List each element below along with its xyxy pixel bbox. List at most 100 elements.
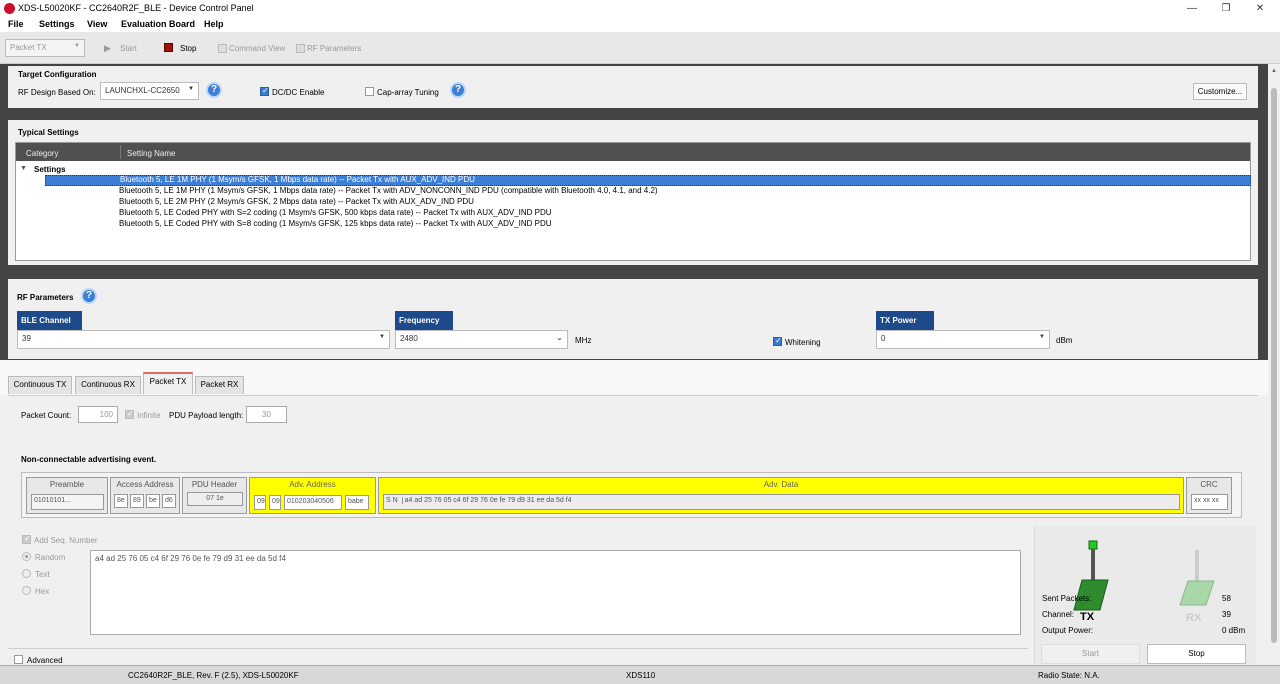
vertical-scrollbar[interactable]: ▲ (1268, 64, 1280, 665)
pdu-header-block: PDU Header 07 1e (182, 477, 247, 514)
scroll-up-icon[interactable]: ▲ (1271, 68, 1277, 74)
menu-file[interactable]: File (8, 19, 24, 29)
column-setting-name[interactable]: Setting Name (127, 149, 175, 158)
access-byte: 89 (130, 494, 144, 508)
ble-channel-select[interactable]: 39 ▼ (17, 330, 390, 349)
mode-select[interactable]: Packet TX ▼ (5, 39, 85, 57)
rf-parameters-label: RF Parameters (307, 44, 362, 53)
play-icon[interactable]: ▶ (104, 43, 111, 54)
crc-field: xx xx xx (1191, 494, 1228, 510)
cap-array-label: Cap-array Tuning (377, 88, 439, 97)
device-status: CC2640R2F_BLE, Rev. F (2.5), XDS-L50020K… (128, 671, 299, 680)
setting-row[interactable]: Bluetooth 5, LE Coded PHY with S=2 codin… (119, 208, 552, 217)
access-byte: 8e (114, 494, 128, 508)
start-stats-button[interactable]: Start (1041, 644, 1140, 664)
chevron-down-icon: ▼ (1039, 334, 1045, 340)
help-icon[interactable]: ? (206, 82, 222, 98)
sent-packets-label: Sent Packets: (1042, 594, 1092, 603)
chevron-down-icon: ▼ (74, 43, 80, 49)
dcdc-enable-label: DC/DC Enable (272, 88, 325, 97)
help-icon[interactable]: ? (450, 82, 466, 98)
pdu-header-field: 07 1e (187, 492, 243, 506)
adv-address-value: 010203040506 (284, 495, 342, 510)
column-divider (120, 145, 121, 159)
probe-status: XDS110 (626, 671, 656, 680)
menu-view[interactable]: View (87, 19, 107, 29)
chevron-down-icon: ⌄ (556, 333, 563, 342)
random-radio[interactable] (22, 552, 31, 561)
rf-design-value: LAUNCHXL-CC2650 (105, 86, 180, 95)
frequency-unit: MHz (575, 336, 592, 345)
command-view-checkbox[interactable] (218, 44, 227, 53)
help-icon[interactable]: ? (81, 288, 97, 304)
radio-state: Radio State: N.A. (1038, 671, 1100, 680)
target-configuration-panel: Target Configuration RF Design Based On:… (8, 66, 1258, 108)
chevron-down-icon: ▼ (379, 334, 385, 340)
rf-parameters-panel: RF Parameters ? BLE Channel 39 ▼ Frequen… (8, 279, 1258, 359)
text-radio[interactable] (22, 569, 31, 578)
mode-select-value: Packet TX (10, 43, 47, 52)
setting-row[interactable]: Bluetooth 5, LE 1M PHY (1 Msym/s GFSK, 1… (120, 175, 475, 184)
tx-power-select[interactable]: 0 ▼ (876, 330, 1050, 349)
minimize-icon[interactable]: — (1177, 1, 1207, 16)
adv-data-block: Adv. Data S N a4 ad 25 76 05 c4 6f 29 76… (378, 477, 1184, 514)
preamble-caption: Preamble (49, 480, 85, 489)
adv-address-caption: Adv. Address (289, 480, 336, 489)
tab-continuous-tx[interactable]: Continuous TX (8, 376, 72, 394)
hex-label: Hex (35, 587, 50, 596)
access-address-caption: Access Address (116, 480, 174, 489)
rf-parameters-checkbox[interactable] (296, 44, 305, 53)
collapse-icon[interactable]: ▼ (20, 165, 27, 172)
packet-count-input[interactable]: 100 (78, 406, 118, 423)
setting-row[interactable]: Bluetooth 5, LE Coded PHY with S=8 codin… (119, 219, 552, 228)
advanced-checkbox[interactable] (14, 655, 23, 664)
setting-row[interactable]: Bluetooth 5, LE 2M PHY (2 Msym/s GFSK, 2… (119, 197, 474, 206)
start-button[interactable]: Start (120, 44, 137, 53)
tab-packet-rx[interactable]: Packet RX (195, 376, 244, 394)
dcdc-enable-checkbox[interactable] (260, 86, 269, 96)
column-category[interactable]: Category (26, 149, 58, 158)
maximize-icon[interactable]: ❐ (1211, 1, 1241, 16)
tab-continuous-rx[interactable]: Continuous RX (75, 376, 141, 394)
cap-array-checkbox[interactable] (365, 87, 374, 96)
channel-label: Channel: (1042, 610, 1075, 619)
hex-radio[interactable] (22, 586, 31, 595)
adv-data-caption: Adv. Data (763, 480, 799, 489)
scroll-thumb[interactable] (1271, 88, 1277, 643)
infinite-checkbox[interactable] (125, 409, 134, 419)
preamble-block: Preamble 01010101... (26, 477, 108, 514)
payload-length-input[interactable]: 30 (246, 406, 287, 423)
title-bar: XDS-L50020KF - CC2640R2F_BLE - Device Co… (0, 0, 1280, 17)
window-title: XDS-L50020KF - CC2640R2F_BLE - Device Co… (18, 3, 254, 13)
rf-design-select[interactable]: LAUNCHXL-CC2650 ▼ (100, 82, 199, 100)
stop-stats-button[interactable]: Stop (1147, 644, 1246, 664)
stop-button[interactable]: Stop (180, 44, 196, 53)
command-view-label: Command View (229, 44, 286, 53)
adv-address-block: Adv. Address 09 09 010203040506 babe (249, 477, 376, 514)
rf-design-label: RF Design Based On: (18, 88, 96, 97)
tab-packet-tx[interactable]: Packet TX (143, 372, 193, 394)
tx-power-value: 0 (881, 334, 886, 343)
crc-block: CRC xx xx xx (1186, 477, 1232, 514)
menu-settings[interactable]: Settings (39, 19, 75, 29)
stop-icon[interactable] (164, 43, 173, 52)
adv-data-prefix: S N (386, 497, 398, 504)
frequency-select[interactable]: 2480 ⌄ (395, 330, 568, 349)
whitening-checkbox[interactable] (773, 336, 782, 346)
close-icon[interactable]: ✕ (1245, 1, 1275, 16)
menu-help[interactable]: Help (204, 19, 224, 29)
status-bar: CC2640R2F_BLE, Rev. F (2.5), XDS-L50020K… (0, 665, 1280, 684)
typical-settings-panel: Typical Settings Category Setting Name ▼… (8, 120, 1258, 265)
setting-row[interactable]: Bluetooth 5, LE 1M PHY (1 Msym/s GFSK, 1… (119, 186, 658, 195)
infinite-label: Infinite (137, 411, 161, 420)
chevron-down-icon: ▼ (188, 86, 194, 92)
menu-bar: File Settings View Evaluation Board Help (0, 17, 1280, 32)
settings-group: Settings (34, 165, 66, 174)
menu-evaluation-board[interactable]: Evaluation Board (121, 19, 195, 29)
payload-textarea[interactable]: a4 ad 25 76 05 c4 6f 29 76 0e fe 79 d9 3… (90, 550, 1021, 635)
adv-data-field: S N a4 ad 25 76 05 c4 6f 29 76 0e fe 79 … (383, 494, 1180, 510)
divider (8, 648, 1028, 649)
seq-number-label: Add Seq. Number (34, 536, 98, 545)
seq-number-checkbox[interactable] (22, 534, 31, 544)
customize-button[interactable]: Customize... (1193, 83, 1247, 100)
